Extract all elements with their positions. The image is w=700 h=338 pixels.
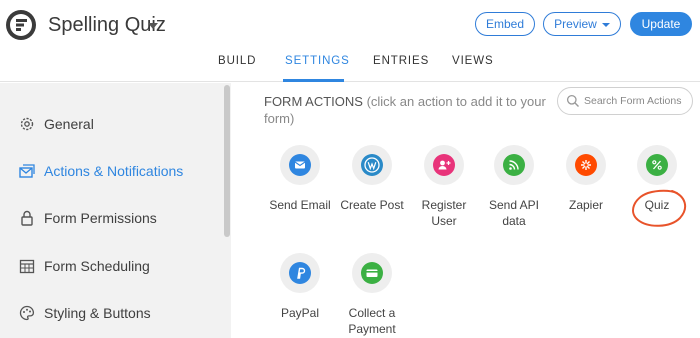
paypal-icon	[289, 262, 311, 284]
action-icon-bubble	[566, 145, 606, 185]
sidebar-item-label: Form Scheduling	[44, 258, 150, 274]
action-label: Collect a Payment	[348, 306, 396, 336]
action-icon-bubble	[352, 253, 392, 293]
search-form-actions[interactable]	[557, 87, 693, 115]
gear-icon	[18, 115, 36, 133]
search-input[interactable]	[584, 93, 690, 109]
sidebar-item-styling-buttons[interactable]: Styling & Buttons	[18, 304, 151, 322]
sidebar-item-form-permissions[interactable]: Form Permissions	[18, 209, 157, 227]
tab-build[interactable]: BUILD	[218, 55, 256, 67]
formidable-logo-icon[interactable]	[6, 10, 36, 40]
sidebar-item-label: Actions & Notifications	[44, 163, 184, 179]
palette-icon	[18, 304, 36, 322]
action-label: Register User	[421, 198, 467, 228]
credit-card-icon	[361, 262, 383, 284]
sidebar-item-general[interactable]: General	[18, 115, 94, 133]
chevron-down-icon[interactable]	[148, 23, 158, 29]
caret-down-icon	[601, 23, 610, 27]
highlight-circle	[632, 189, 687, 227]
embed-button[interactable]: Embed	[475, 12, 535, 36]
app-header: Spelling Quiz Embed Preview Update	[0, 0, 700, 48]
sidebar-scrollbar[interactable]	[224, 85, 230, 237]
search-icon	[566, 94, 580, 113]
action-icon-bubble	[494, 145, 534, 185]
action-label: Send API data	[488, 198, 540, 228]
action-label: Create Post	[340, 198, 404, 212]
form-actions-heading: FORM ACTIONS (click an action to add it …	[264, 93, 564, 127]
action-label: PayPal	[280, 306, 320, 320]
percent-icon	[646, 154, 668, 176]
wordpress-icon	[361, 154, 383, 176]
sidebar-item-label: Form Permissions	[44, 210, 157, 226]
settings-sidebar: General Actions & Notifications Form Per…	[0, 83, 231, 338]
lock-icon	[18, 209, 36, 227]
tab-views[interactable]: VIEWS	[452, 55, 494, 67]
sidebar-item-label: General	[44, 116, 94, 132]
action-icon-bubble	[352, 145, 392, 185]
form-actions-panel: FORM ACTIONS (click an action to add it …	[231, 83, 700, 338]
email-icon	[289, 154, 311, 176]
update-button-label: Update	[641, 17, 681, 31]
sidebar-item-form-scheduling[interactable]: Form Scheduling	[18, 257, 150, 275]
preview-button[interactable]: Preview	[543, 12, 621, 36]
add-user-icon	[433, 154, 455, 176]
action-icon-bubble	[424, 145, 464, 185]
envelope-icon	[18, 162, 36, 180]
action-icon-bubble	[280, 145, 320, 185]
tab-entries[interactable]: ENTRIES	[373, 55, 429, 67]
api-feed-icon	[503, 154, 525, 176]
zapier-icon	[575, 154, 597, 176]
sidebar-item-label: Styling & Buttons	[44, 305, 151, 321]
active-tab-indicator	[283, 79, 344, 82]
action-label: Zapier	[568, 198, 603, 212]
form-actions-title: FORM ACTIONS	[264, 94, 363, 109]
preview-button-label: Preview	[554, 17, 597, 31]
action-icon-bubble	[280, 253, 320, 293]
action-label: Send Email	[269, 198, 331, 212]
action-icon-bubble	[637, 145, 677, 185]
top-tabs: BUILD SETTINGS ENTRIES VIEWS	[0, 48, 700, 82]
calendar-icon	[18, 257, 36, 275]
update-button[interactable]: Update	[630, 12, 692, 36]
tab-settings[interactable]: SETTINGS	[285, 55, 350, 67]
embed-button-label: Embed	[485, 17, 525, 31]
sidebar-item-actions-notifications[interactable]: Actions & Notifications	[18, 162, 183, 180]
